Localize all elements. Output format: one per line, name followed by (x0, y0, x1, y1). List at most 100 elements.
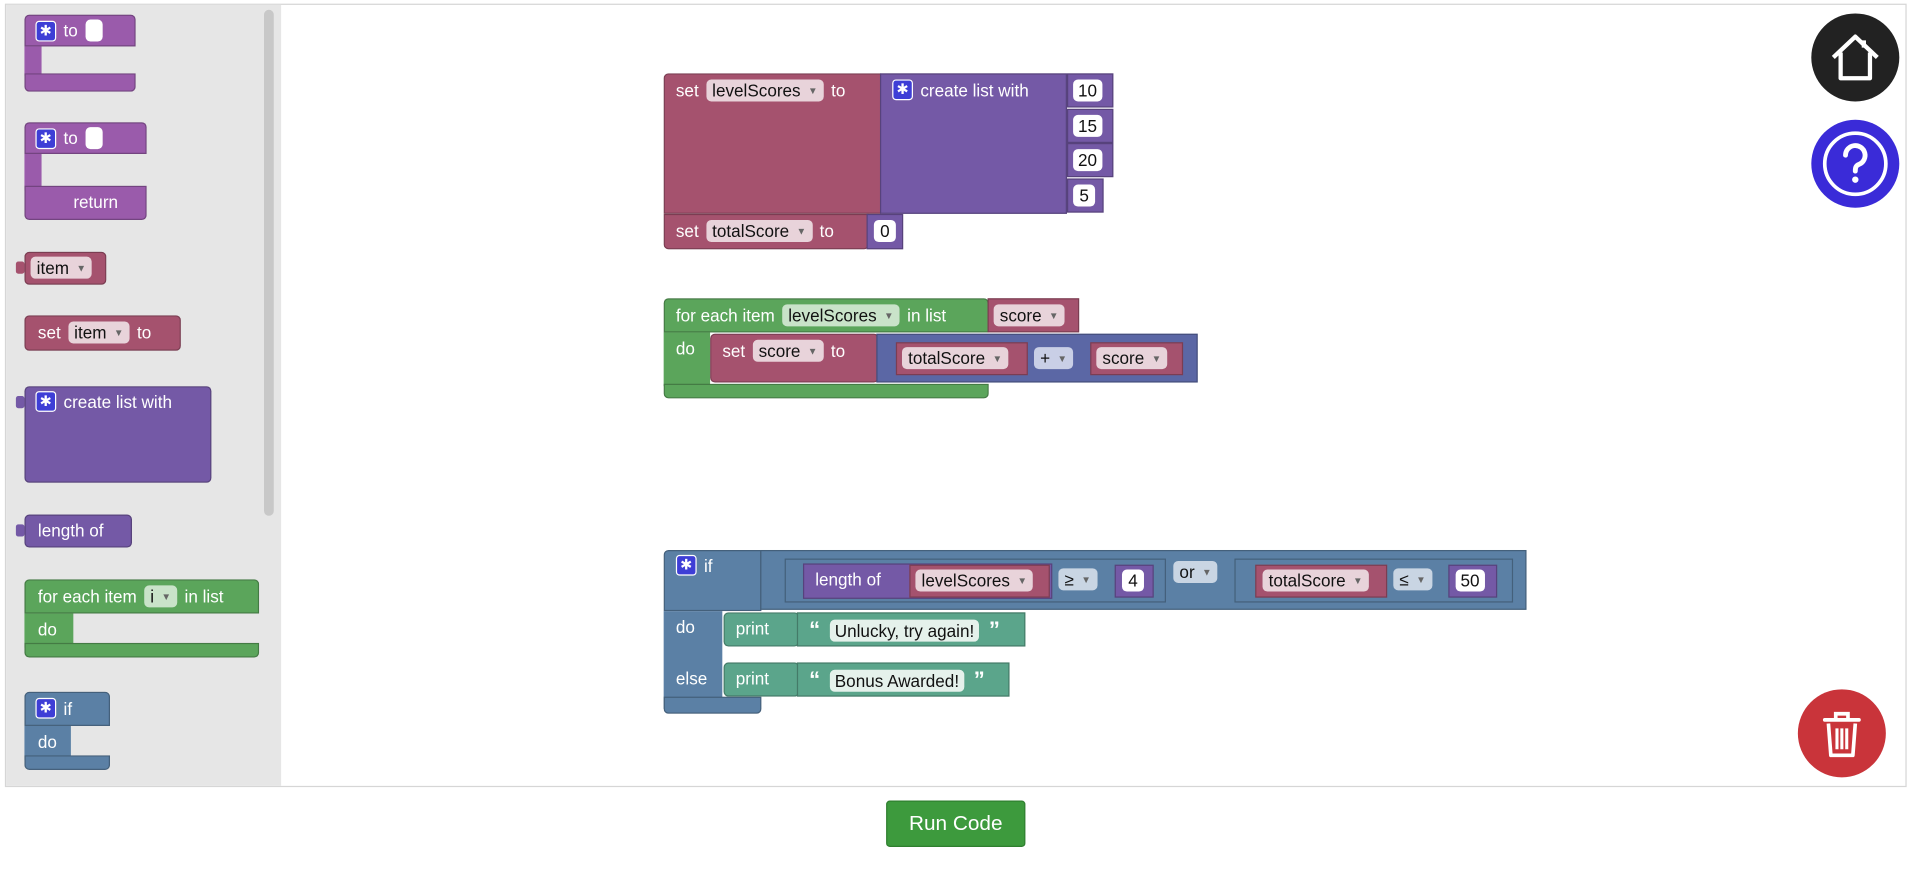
create-list-label: create list with (920, 80, 1029, 100)
list-item-row: 15 (1073, 114, 1102, 137)
arith-op-row: + ▼ (1033, 347, 1074, 370)
if-row: ✱ if (35, 697, 72, 719)
chevron-down-icon: ▼ (1081, 573, 1091, 585)
variable-name: totalScore (1268, 570, 1346, 591)
variable-dropdown[interactable]: totalScore ▼ (1262, 569, 1369, 592)
variable-name: item (74, 322, 107, 343)
gear-icon[interactable]: ✱ (892, 79, 913, 101)
logic-operator-dropdown[interactable]: or ▼ (1173, 560, 1218, 583)
variable-name: score (999, 305, 1042, 326)
variable-dropdown[interactable]: levelScores ▼ (915, 569, 1034, 592)
setter-row: set item ▼ to (38, 321, 152, 344)
variable-dropdown[interactable]: score ▼ (993, 304, 1065, 327)
list-output-nub (15, 395, 25, 409)
flyout-scrollbar[interactable] (263, 9, 274, 516)
create-list-label: create list with (63, 391, 172, 412)
trash-button[interactable] (1797, 689, 1886, 778)
set-label: set (675, 221, 699, 241)
variable-name: score (1102, 348, 1145, 368)
number-field[interactable]: 4 (1121, 569, 1144, 592)
flyout-procedure-header: ✱ to (35, 19, 103, 42)
home-icon (1831, 34, 1879, 81)
list-item-row: 5 (1073, 184, 1096, 207)
chevron-down-icon: ▼ (992, 352, 1003, 364)
if-block-foot (24, 755, 110, 770)
function-to-label: to (63, 128, 78, 148)
open-quote-icon: “ (809, 667, 821, 692)
variable-dropdown[interactable]: score ▼ (752, 339, 824, 362)
variable-name: totalScore (908, 348, 986, 368)
create-list-row: ✱ create list with (35, 391, 172, 412)
variable-dropdown[interactable]: item ▼ (68, 321, 130, 344)
variable-dropdown[interactable]: totalScore ▼ (706, 219, 813, 242)
gear-icon[interactable]: ✱ (35, 127, 57, 149)
chevron-down-icon: ▼ (1353, 575, 1363, 587)
operator-dropdown[interactable]: + ▼ (1033, 347, 1074, 370)
if-do-row: do (38, 732, 57, 752)
operator-value: or (1179, 562, 1195, 582)
variable-dropdown[interactable]: item ▼ (30, 256, 93, 279)
arith-b-row: score ▼ (1096, 347, 1168, 370)
run-code-button[interactable]: Run Code (886, 800, 1026, 847)
for-each-do-row: do (38, 620, 57, 640)
number-field[interactable]: 0 (873, 219, 896, 242)
number-field[interactable]: 5 (1073, 184, 1096, 207)
loop-variable-dropdown[interactable]: i ▼ (144, 585, 178, 608)
procedure-name-field[interactable] (85, 19, 103, 42)
run-code-label: Run Code (908, 811, 1003, 835)
trash-icon (1822, 711, 1861, 758)
flyout-function-header: ✱ to (35, 127, 103, 150)
compare1-op-row: ≥ ▼ (1058, 568, 1098, 591)
function-return-row: return (73, 192, 118, 212)
number-field[interactable]: 50 (1455, 569, 1485, 592)
variable-dropdown[interactable]: score ▼ (1096, 347, 1168, 370)
loop-variable-dropdown[interactable]: levelScores ▼ (782, 304, 900, 327)
print-row-1: print (736, 618, 769, 638)
number-row: 0 (873, 219, 896, 242)
length-var-row: levelScores ▼ (915, 569, 1034, 592)
procedure-to-label: to (63, 20, 78, 41)
chevron-down-icon: ▼ (1151, 352, 1162, 364)
variable-dropdown[interactable]: totalScore ▼ (901, 347, 1009, 370)
set-label: set (722, 340, 746, 361)
gear-icon[interactable]: ✱ (35, 20, 57, 41)
number-field[interactable]: 15 (1073, 114, 1102, 137)
operator-value: ≥ (1064, 569, 1074, 590)
length-of-label: length of (815, 569, 881, 590)
number-field[interactable]: 10 (1073, 79, 1102, 102)
chevron-down-icon: ▼ (1057, 352, 1068, 364)
variable-name: totalScore (712, 221, 790, 241)
getter-row: item ▼ (30, 256, 93, 279)
arith-a-row: totalScore ▼ (901, 347, 1009, 370)
print-label: print (735, 668, 770, 689)
else-label: else (675, 668, 708, 689)
variable-dropdown[interactable]: levelScores ▼ (706, 79, 824, 102)
compare2-op-row: ≤ ▼ (1393, 568, 1432, 591)
for-each-row: for each item levelScores ▼ in list (676, 304, 946, 327)
gear-icon[interactable]: ✱ (675, 554, 697, 576)
text-field[interactable]: Unlucky, try again! (829, 619, 980, 642)
home-button[interactable] (1811, 13, 1900, 102)
if-do-row: do (676, 617, 695, 637)
list-item-row: 10 (1073, 79, 1102, 102)
gear-icon[interactable]: ✱ (35, 391, 57, 412)
total-var-row: totalScore ▼ (1262, 569, 1369, 592)
text-field[interactable]: Bonus Awarded! (829, 669, 964, 692)
do-label: do (675, 338, 695, 359)
length-output-nub (15, 524, 25, 537)
compare-operator-dropdown[interactable]: ≤ ▼ (1393, 568, 1432, 591)
chevron-down-icon: ▼ (884, 309, 894, 321)
function-name-field[interactable] (85, 127, 103, 150)
to-label: to (136, 322, 152, 343)
operator-value: ≤ (1399, 569, 1409, 590)
set-levelscores-row: set levelScores ▼ to (676, 79, 845, 102)
help-button[interactable] (1811, 119, 1900, 208)
chevron-down-icon: ▼ (113, 326, 124, 338)
gear-icon[interactable]: ✱ (35, 697, 57, 719)
number-field[interactable]: 20 (1073, 149, 1102, 172)
chevron-down-icon: ▼ (807, 84, 818, 96)
open-quote-icon: “ (809, 617, 821, 642)
for-each-do-row: do (676, 339, 695, 359)
compare-operator-dropdown[interactable]: ≥ ▼ (1058, 568, 1098, 591)
number-row: 4 (1121, 569, 1144, 592)
